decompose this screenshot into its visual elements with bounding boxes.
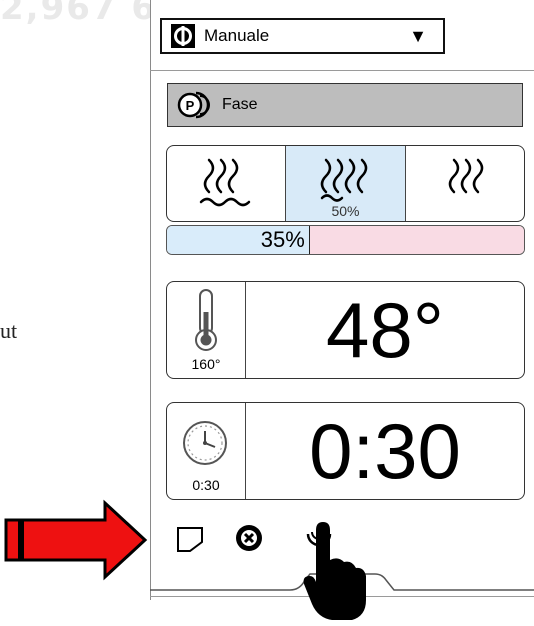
timer-setpoint-value: 0:30 [192,477,220,493]
humidity-track [309,226,524,254]
mode-select[interactable]: Manuale ▼ [160,18,445,54]
temperature-setpoint[interactable]: 160° [167,282,246,378]
humidity-fill: 35% [167,226,310,254]
mode-select-value: Manuale [204,26,270,45]
stop-icon [236,525,262,551]
timer-setpoint[interactable]: 0:30 [167,403,246,499]
phase-button[interactable]: P Fase [167,83,523,127]
timer-value: 0:30 [309,406,461,495]
arrow-right-icon [4,499,148,581]
timer-control[interactable]: 0:30 0:30 [166,402,525,500]
steam-level-high[interactable] [406,146,524,221]
temperature-value: 48° [326,285,444,374]
steam-level-medium[interactable]: 50% [286,146,406,221]
steam-high-icon [448,158,483,194]
divider [150,70,534,71]
steam-level-label: 50% [331,203,360,219]
humidity-value: 35% [260,227,305,252]
page-button[interactable] [172,518,210,556]
phase-label: Fase [222,96,258,113]
temperature-control[interactable]: 160° 48° [166,281,525,379]
p-icon: P [177,91,210,119]
svg-text:P: P [186,98,195,113]
pointing-hand-icon [303,522,366,620]
page-icon [177,527,203,552]
steam-level-low[interactable] [167,146,287,221]
background-text: ut [0,318,18,343]
humidity-slider[interactable]: 35% [166,225,525,255]
mode-icon [171,24,195,48]
chevron-down-icon: ▼ [409,25,427,46]
steam-level-selector: 50% [166,145,525,222]
stop-button[interactable] [230,518,268,556]
steam-low-icon [199,158,251,207]
temperature-setpoint-value: 160° [191,356,221,372]
